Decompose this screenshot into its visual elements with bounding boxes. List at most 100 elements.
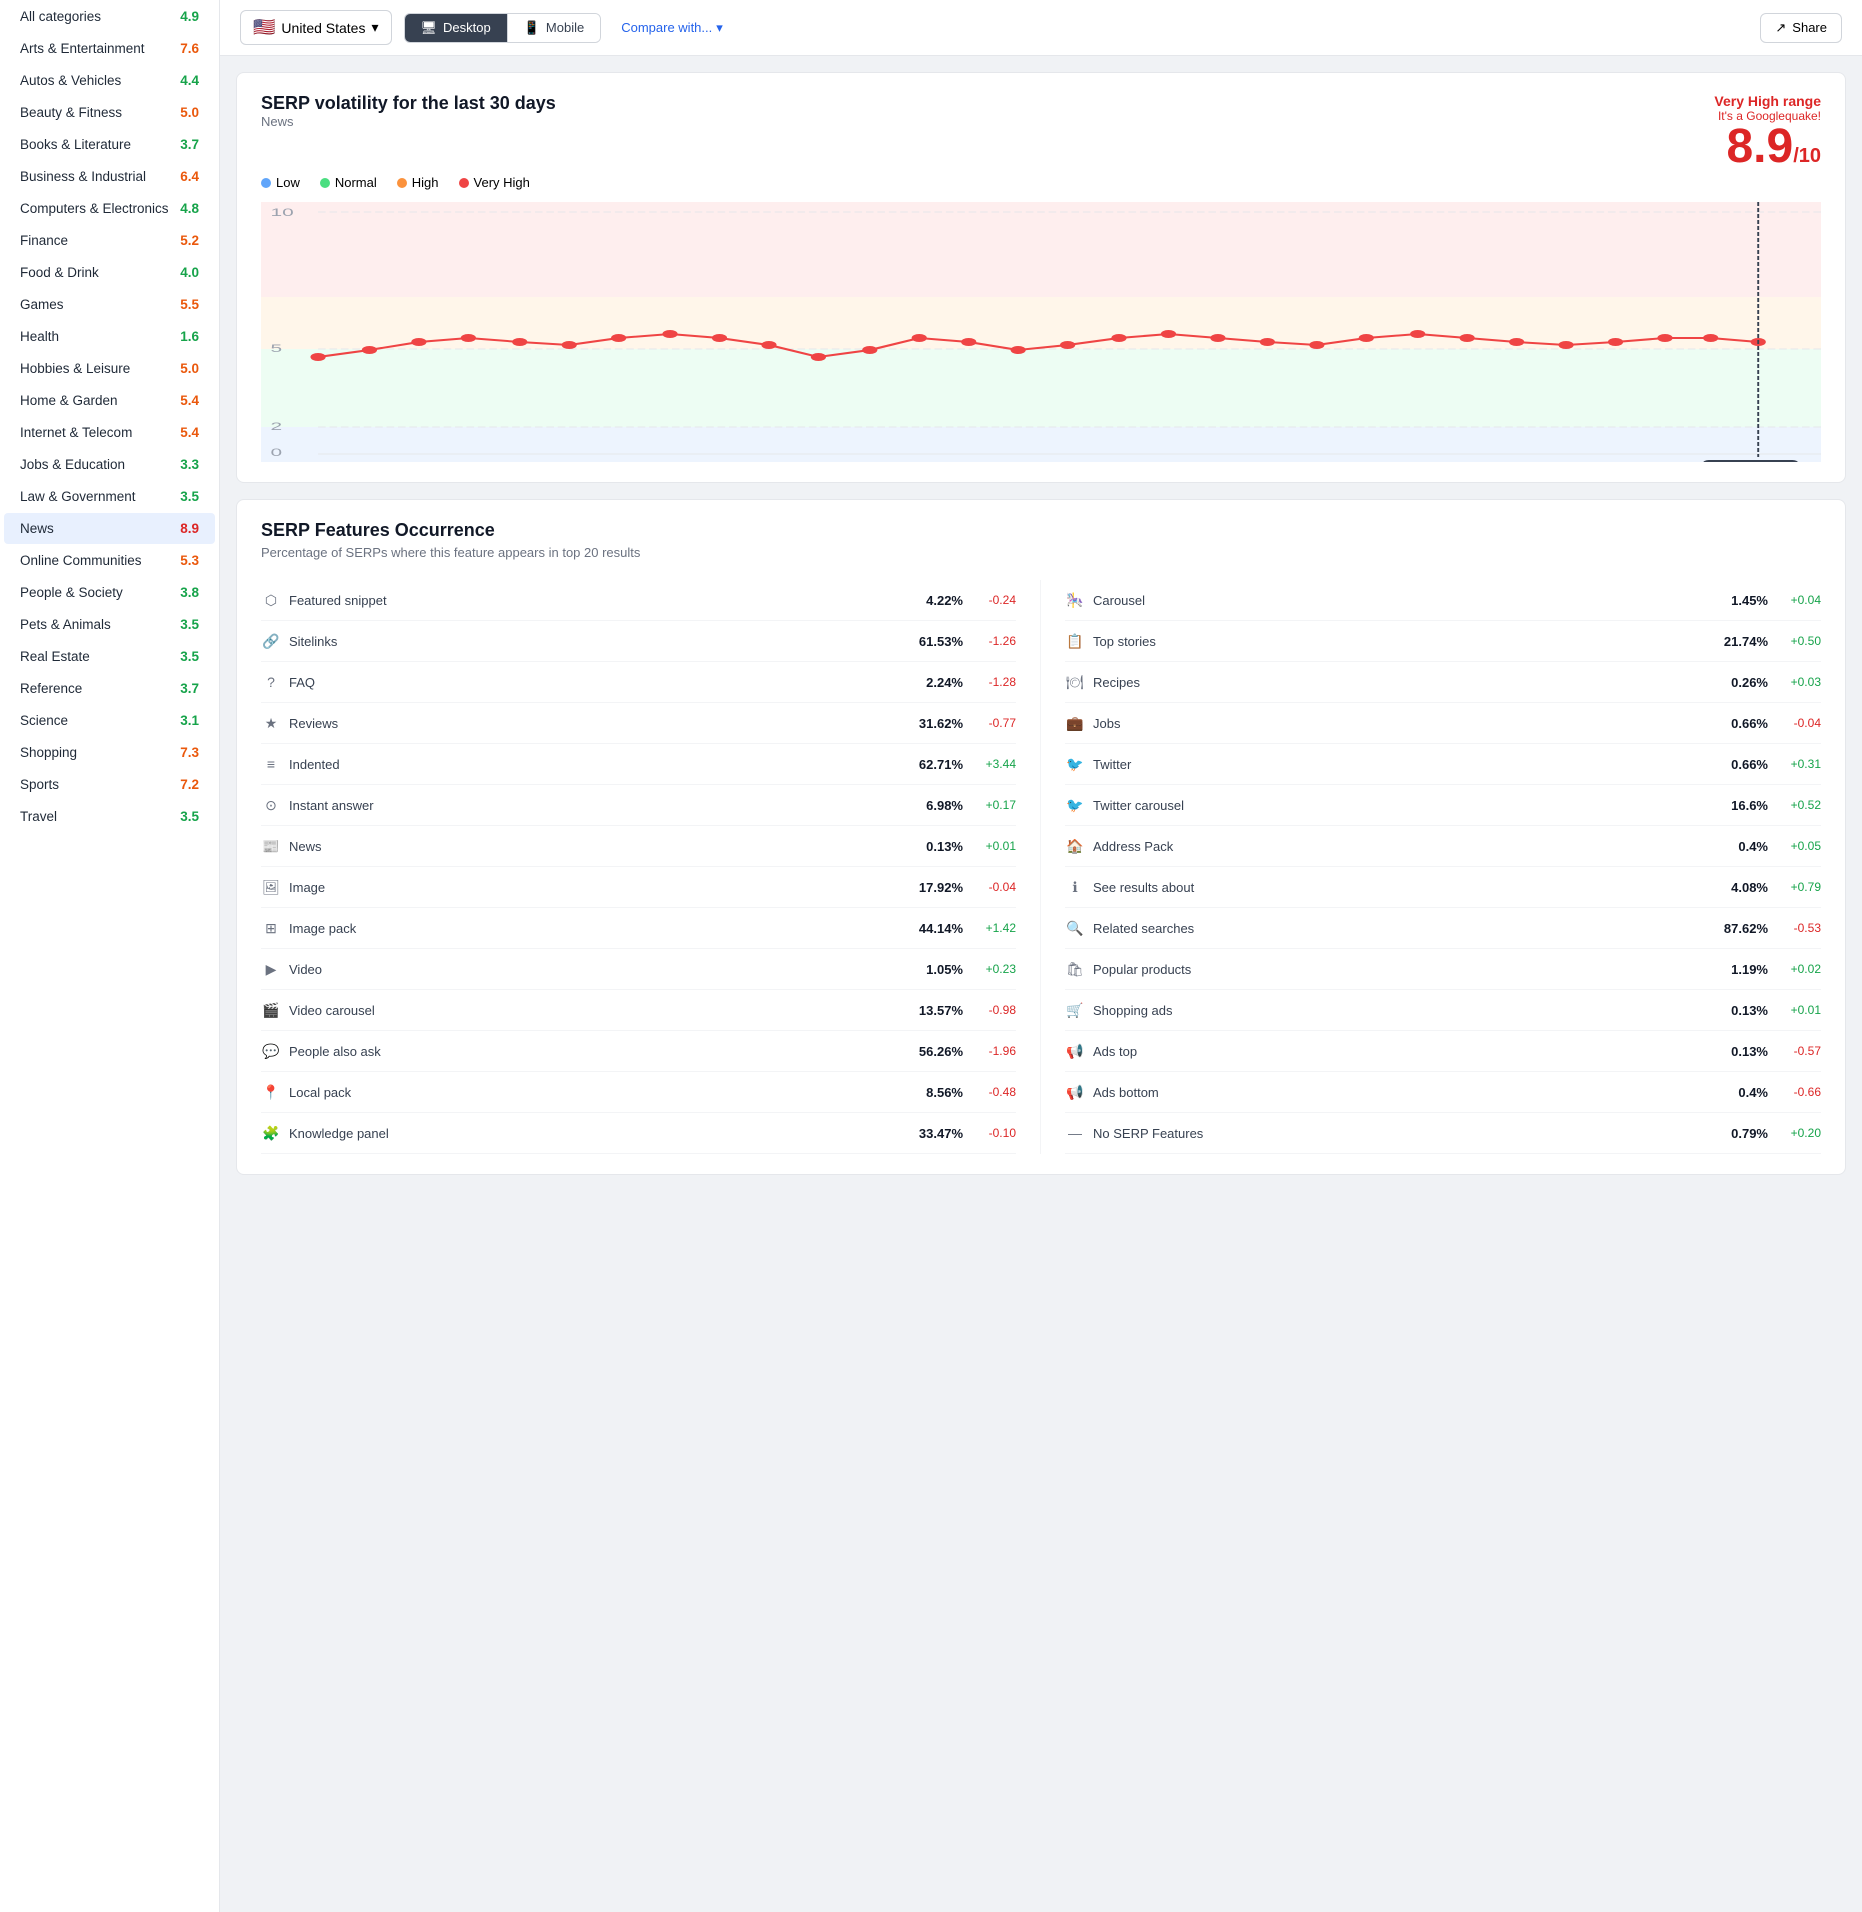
feature-name: Image pack [289,921,900,936]
score-number: 8.9 [1726,123,1793,171]
sidebar-item-value: 3.5 [180,489,199,504]
legend-low: Low [261,175,300,190]
sidebar-item[interactable]: Beauty & Fitness 5.0 [4,97,215,128]
legend-veryhigh: Very High [459,175,530,190]
feature-pct: 13.57% [908,1003,963,1018]
feature-row: — No SERP Features 0.79% +0.20 [1065,1113,1821,1154]
sidebar-item[interactable]: Jobs & Education 3.3 [4,449,215,480]
sidebar-item-label: All categories [20,9,101,24]
sidebar-item[interactable]: News 8.9 [4,513,215,544]
sidebar-item[interactable]: Travel 3.5 [4,801,215,832]
sidebar-item[interactable]: Pets & Animals 3.5 [4,609,215,640]
sidebar-item-label: News [20,521,54,536]
sidebar-item[interactable]: People & Society 3.8 [4,577,215,608]
sidebar-item[interactable]: Home & Garden 5.4 [4,385,215,416]
sidebar-item[interactable]: Health 1.6 [4,321,215,352]
feature-name: Image [289,880,900,895]
sidebar-item[interactable]: All categories 4.9 [4,1,215,32]
sidebar-item[interactable]: Hobbies & Leisure 5.0 [4,353,215,384]
sidebar-item-value: 5.0 [180,361,199,376]
tab-mobile[interactable]: 📱 Mobile [508,14,600,42]
feature-row: ? FAQ 2.24% -1.28 [261,662,1016,703]
sidebar-item[interactable]: Books & Literature 3.7 [4,129,215,160]
sidebar-item-value: 7.6 [180,41,199,56]
feature-name: No SERP Features [1093,1126,1705,1141]
sidebar-item-label: Home & Garden [20,393,118,408]
feature-icon: 🐦 [1065,795,1085,815]
sidebar-item[interactable]: Business & Industrial 6.4 [4,161,215,192]
high-dot [397,178,407,188]
sidebar-item-value: 3.7 [180,681,199,696]
feature-icon: 🎠 [1065,590,1085,610]
feature-icon: 📍 [261,1082,281,1102]
feature-name: Sitelinks [289,634,900,649]
sidebar-item-value: 5.5 [180,297,199,312]
feature-pct: 33.47% [908,1126,963,1141]
feature-change: +0.23 [971,962,1016,976]
feature-name: Jobs [1093,716,1705,731]
feature-name: FAQ [289,675,900,690]
feature-icon: 🎬 [261,1000,281,1020]
legend-high-label: High [412,175,439,190]
sidebar-item[interactable]: Shopping 7.3 [4,737,215,768]
feature-name: See results about [1093,880,1705,895]
feature-row: 📍 Local pack 8.56% -0.48 [261,1072,1016,1113]
sidebar-item[interactable]: Finance 5.2 [4,225,215,256]
feature-icon: 💬 [261,1041,281,1061]
feature-name: Carousel [1093,593,1705,608]
tab-desktop[interactable]: 🖥 Desktop [405,14,508,42]
feature-name: People also ask [289,1044,900,1059]
feature-row: ★ Reviews 31.62% -0.77 [261,703,1016,744]
sidebar-item[interactable]: Real Estate 3.5 [4,641,215,672]
sidebar-item-label: Sports [20,777,59,792]
feature-pct: 0.13% [908,839,963,854]
feature-name: Reviews [289,716,900,731]
sidebar-item[interactable]: Sports 7.2 [4,769,215,800]
feature-row: 🎬 Video carousel 13.57% -0.98 [261,990,1016,1031]
compare-button[interactable]: Compare with... ▾ [613,14,731,42]
sidebar-item[interactable]: Food & Drink 4.0 [4,257,215,288]
legend-normal-label: Normal [335,175,377,190]
sidebar-item[interactable]: Computers & Electronics 4.8 [4,193,215,224]
features-subtitle: Percentage of SERPs where this feature a… [261,545,1821,560]
feature-name: Knowledge panel [289,1126,900,1141]
sidebar-item-label: People & Society [20,585,123,600]
feature-pct: 0.4% [1713,839,1768,854]
feature-row: ⊙ Instant answer 6.98% +0.17 [261,785,1016,826]
feature-pct: 87.62% [1713,921,1768,936]
sidebar-item[interactable]: Autos & Vehicles 4.4 [4,65,215,96]
feature-change: +0.20 [1776,1126,1821,1140]
feature-pct: 0.4% [1713,1085,1768,1100]
feature-change: +0.01 [1776,1003,1821,1017]
feature-icon: ≡ [261,754,281,774]
feature-change: -0.57 [1776,1044,1821,1058]
feature-row: 📋 Top stories 21.74% +0.50 [1065,621,1821,662]
sidebar-item-value: 4.8 [180,201,199,216]
chevron-down-icon: ▾ [371,19,378,36]
feature-pct: 0.79% [1713,1126,1768,1141]
sidebar-item[interactable]: Reference 3.7 [4,673,215,704]
feature-pct: 0.13% [1713,1003,1768,1018]
feature-icon: 💼 [1065,713,1085,733]
sidebar-item[interactable]: Online Communities 5.3 [4,545,215,576]
sidebar-item[interactable]: Internet & Telecom 5.4 [4,417,215,448]
country-selector[interactable]: 🇺🇸 United States ▾ [240,10,392,45]
feature-name: Top stories [1093,634,1705,649]
features-section: SERP Features Occurrence Percentage of S… [236,499,1846,1175]
country-label: United States [281,20,365,36]
feature-change: -0.98 [971,1003,1016,1017]
feature-icon: ⬡ [261,590,281,610]
feature-name: Shopping ads [1093,1003,1705,1018]
sidebar-item[interactable]: Science 3.1 [4,705,215,736]
sidebar-item-value: 3.3 [180,457,199,472]
feature-row: 🖼 Image 17.92% -0.04 [261,867,1016,908]
feature-change: -1.96 [971,1044,1016,1058]
feature-pct: 2.24% [908,675,963,690]
sidebar-item[interactable]: Arts & Entertainment 7.6 [4,33,215,64]
feature-row: 📰 News 0.13% +0.01 [261,826,1016,867]
feature-row: 🔗 Sitelinks 61.53% -1.26 [261,621,1016,662]
sidebar-item-value: 4.0 [180,265,199,280]
share-button[interactable]: ↗ Share [1760,13,1842,43]
sidebar-item[interactable]: Games 5.5 [4,289,215,320]
sidebar-item[interactable]: Law & Government 3.5 [4,481,215,512]
